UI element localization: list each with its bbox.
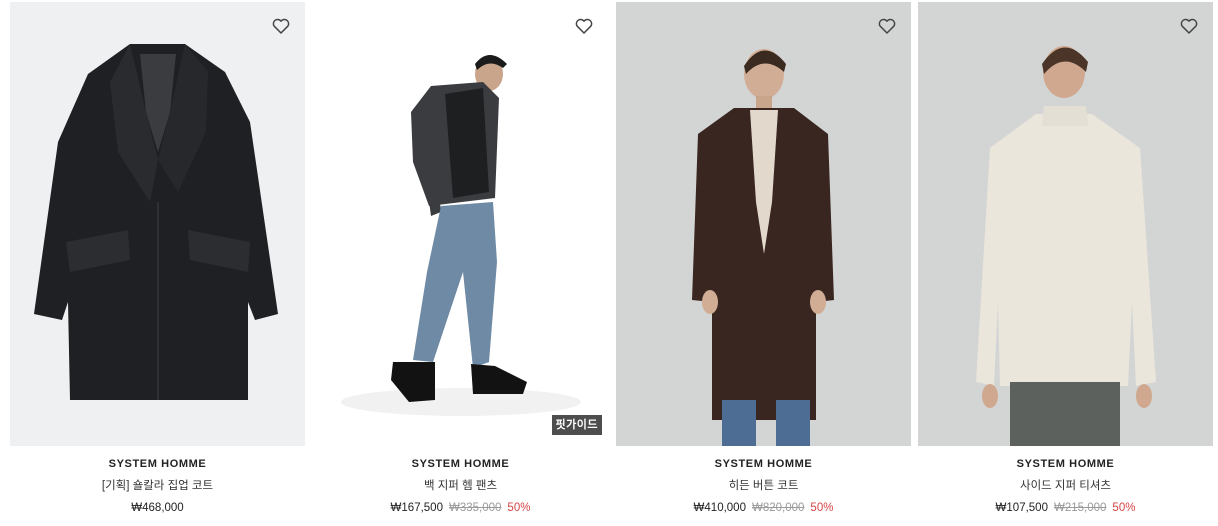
wishlist-heart-icon[interactable] [1179,16,1199,36]
product-card[interactable]: SYSTEM HOMME 사이드 지퍼 티셔츠 ₩107,500 ₩215,000… [918,2,1213,522]
discount-rate: 50% [507,502,531,514]
product-name[interactable]: 백 지퍼 헴 팬츠 [313,477,608,493]
product-brand[interactable]: SYSTEM HOMME [10,458,305,470]
discount-rate: 50% [1112,502,1136,514]
product-image[interactable] [313,2,608,446]
product-name[interactable]: 사이드 지퍼 티셔츠 [918,477,1213,493]
product-image[interactable] [616,2,911,446]
product-name[interactable]: 히든 버튼 코트 [616,477,911,493]
product-photo-model-coat-brown [616,2,911,446]
product-price-row: ₩410,000 ₩820,000 50% [616,502,911,514]
wishlist-heart-icon[interactable] [877,16,897,36]
product-image[interactable] [918,2,1213,446]
product-photo-model-pants [313,2,608,446]
sale-price: ₩468,000 [131,502,184,514]
product-name[interactable]: [기획] 숄칼라 집업 코트 [10,477,305,493]
product-photo-model-tshirt-ivory [918,2,1213,446]
original-price: ₩820,000 [751,502,805,514]
sale-price: ₩410,000 [693,502,746,514]
product-price-row: ₩468,000 [10,502,305,514]
product-brand[interactable]: SYSTEM HOMME [918,458,1213,470]
product-price-row: ₩167,500 ₩335,000 50% [313,502,608,514]
product-brand[interactable]: SYSTEM HOMME [313,458,608,470]
wishlist-heart-icon[interactable] [574,16,594,36]
product-photo-coat-black [10,2,305,446]
sale-price: ₩167,500 [390,502,443,514]
product-card[interactable]: SYSTEM HOMME 히든 버튼 코트 ₩410,000 ₩820,000 50… [616,2,911,522]
product-grid: SYSTEM HOMME [기획] 숄칼라 집업 코트 ₩468,000 핏가이… [0,0,1218,526]
product-price-row: ₩107,500 ₩215,000 50% [918,502,1213,514]
original-price: ₩335,000 [448,502,502,514]
sale-price: ₩107,500 [995,502,1048,514]
original-price: ₩215,000 [1053,502,1107,514]
product-brand[interactable]: SYSTEM HOMME [616,458,911,470]
discount-rate: 50% [810,502,834,514]
product-image[interactable] [10,2,305,446]
product-card[interactable]: SYSTEM HOMME [기획] 숄칼라 집업 코트 ₩468,000 [10,2,305,522]
product-card[interactable]: 핏가이드 SYSTEM HOMME 백 지퍼 헴 팬츠 ₩167,500 ₩335… [313,2,608,522]
fit-guide-badge[interactable]: 핏가이드 [551,415,602,435]
wishlist-heart-icon[interactable] [271,16,291,36]
